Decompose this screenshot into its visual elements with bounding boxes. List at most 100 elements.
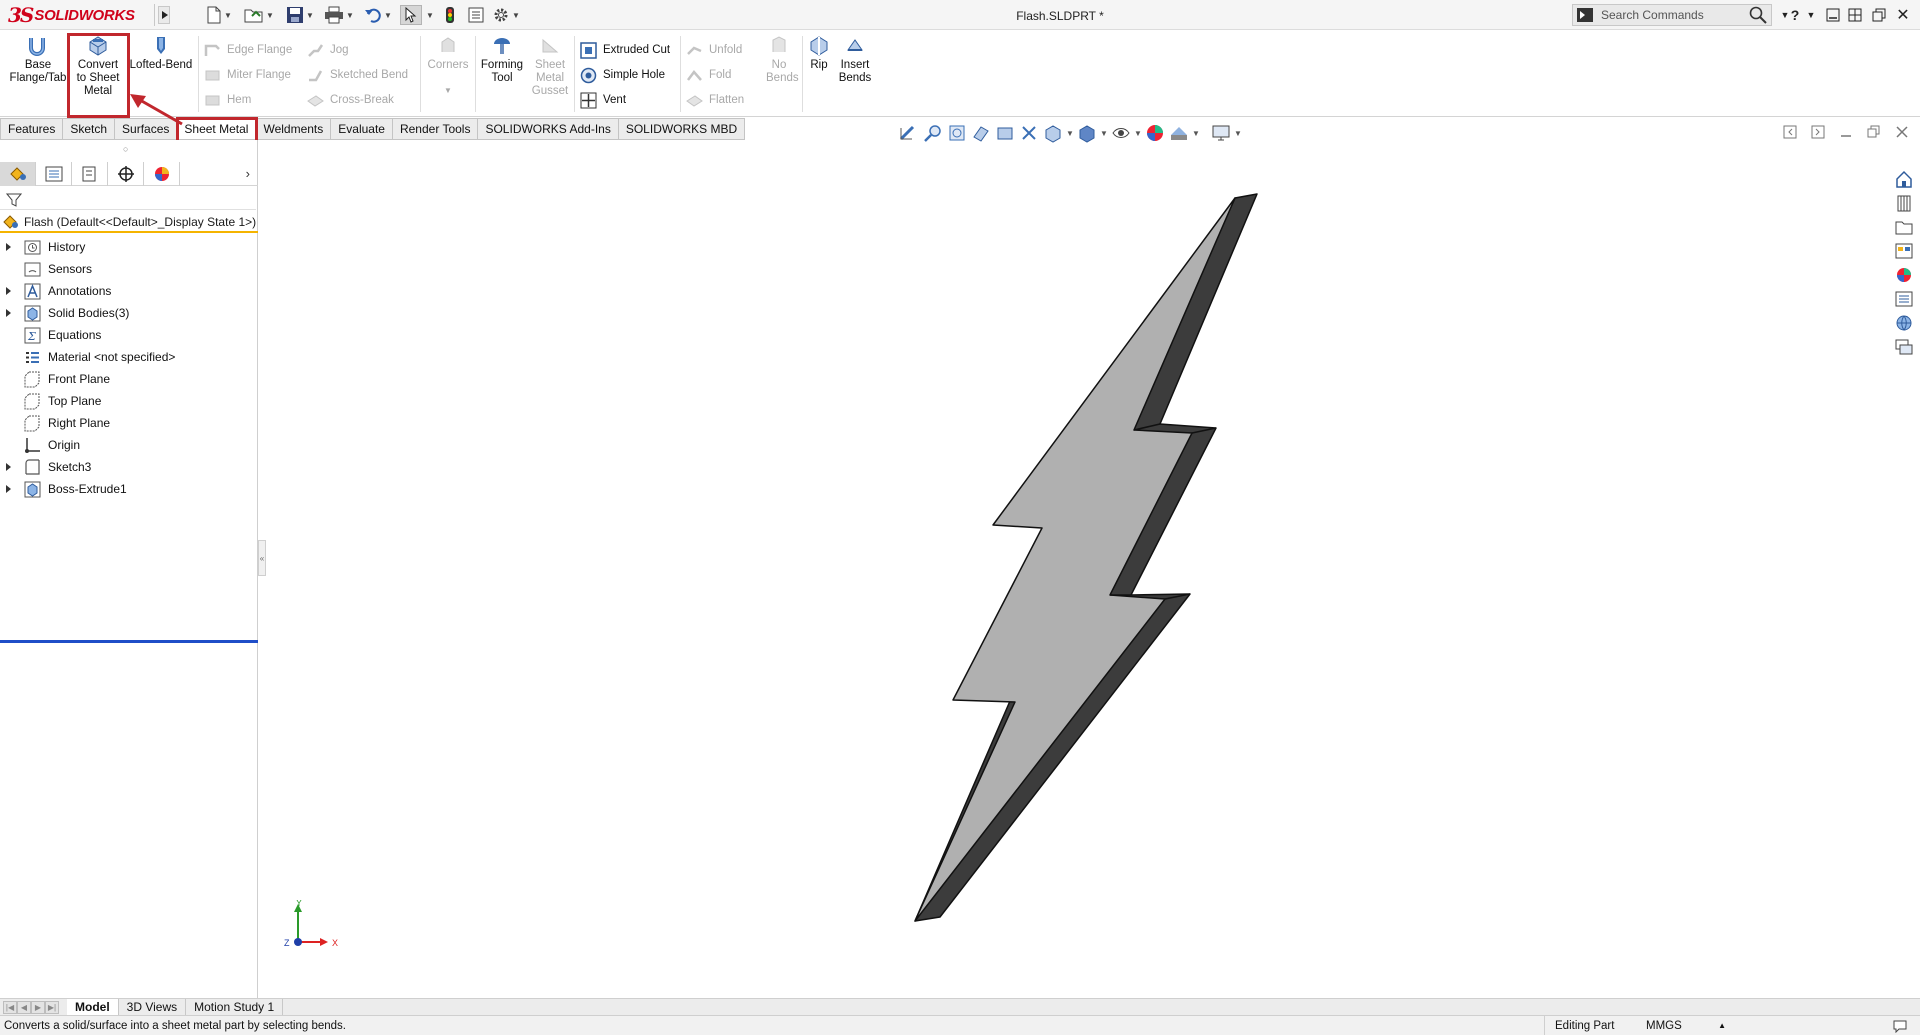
hem-button[interactable]: Hem (204, 90, 251, 110)
tree-node-annotations[interactable]: Annotations (0, 280, 258, 302)
display-style-dropdown[interactable]: ▼ (1100, 129, 1108, 138)
design-library-button[interactable] (1893, 192, 1915, 213)
tree-node-front-plane[interactable]: Front Plane (0, 368, 258, 390)
tree-filter[interactable] (0, 188, 256, 210)
next-tab-icon[interactable]: ▶ (31, 1000, 45, 1014)
help-dropdown[interactable]: ▼ (1800, 5, 1822, 25)
rebuild-button[interactable] (444, 5, 456, 25)
simple-hole-button[interactable]: Simple Hole (580, 65, 665, 85)
menu-expand-arrow[interactable] (158, 6, 170, 24)
hide-show-dropdown[interactable]: ▼ (1134, 129, 1142, 138)
forming-tool-button[interactable]: Forming Tool (478, 34, 526, 85)
cross-break-button[interactable]: Cross-Break (307, 90, 394, 110)
unfold-button[interactable]: Unfold (686, 40, 742, 60)
view-orientation-button[interactable] (1042, 122, 1064, 144)
tab-motion-study-1[interactable]: Motion Study 1 (186, 998, 284, 1016)
base-flange-button[interactable]: Base Flange/Tab (6, 34, 70, 85)
file-explorer-button[interactable] (1893, 216, 1915, 237)
save-button[interactable]: ▼ (286, 5, 314, 25)
minimize-window-button[interactable] (1822, 5, 1844, 25)
forum-chat-button[interactable] (1893, 336, 1915, 357)
tree-node-history[interactable]: History (0, 236, 258, 258)
undo-button[interactable]: ▼ (364, 5, 392, 25)
extruded-cut-button[interactable]: Extruded Cut (580, 40, 670, 60)
section-view-button[interactable] (970, 122, 992, 144)
rollback-bar[interactable] (0, 640, 258, 643)
insert-bends-button[interactable]: Insert Bends (834, 34, 876, 85)
edit-appearance-button[interactable] (1144, 122, 1166, 144)
tree-node-solid-bodies[interactable]: Solid Bodies(3) (0, 302, 258, 324)
miter-flange-button[interactable]: Miter Flange (204, 65, 291, 85)
select-dropdown[interactable]: ▼ (424, 5, 434, 25)
view-settings-dropdown[interactable]: ▼ (1234, 129, 1242, 138)
expand-arrow-icon[interactable] (0, 243, 16, 251)
open-document-button[interactable]: ▼ (244, 5, 274, 25)
tab-property-manager[interactable] (36, 161, 72, 186)
fold-button[interactable]: Fold (686, 65, 731, 85)
lofted-bend-button[interactable]: Lofted-Bend (126, 34, 196, 72)
tree-node-boss-extrude1[interactable]: Boss-Extrude1 (0, 478, 258, 500)
appearances-button[interactable] (1893, 264, 1915, 285)
corners-button[interactable]: Corners ▼ (424, 34, 472, 97)
display-style-button[interactable] (1076, 122, 1098, 144)
hide-show-items-button[interactable] (1110, 122, 1132, 144)
tab-display-manager[interactable] (144, 161, 180, 186)
tree-node-right-plane[interactable]: Right Plane (0, 412, 258, 434)
convert-to-sheet-metal-button[interactable]: Convert to Sheet Metal (72, 34, 124, 98)
tab-dimxpert-manager[interactable] (108, 161, 144, 186)
tab-sheet-metal[interactable]: Sheet Metal (177, 118, 257, 140)
tab-features[interactable]: Features (0, 118, 64, 140)
viewport-right-button[interactable] (1810, 124, 1826, 140)
search-commands-box[interactable]: Search Commands (1572, 4, 1772, 26)
viewport-restore-button[interactable] (1866, 124, 1882, 140)
restore-window-button[interactable] (1868, 5, 1890, 25)
viewport-left-button[interactable] (1782, 124, 1798, 140)
last-tab-icon[interactable]: ▶| (45, 1000, 59, 1014)
tree-node-material[interactable]: Material <not specified> (0, 346, 258, 368)
tab-solidworks-add-ins[interactable]: SOLIDWORKS Add-Ins (478, 118, 619, 140)
customize-status-button[interactable] (1886, 1016, 1920, 1035)
tree-node-sketch3[interactable]: Sketch3 (0, 456, 258, 478)
file-properties-button[interactable] (468, 5, 484, 25)
expand-arrow-icon[interactable] (0, 287, 16, 295)
graphics-area[interactable] (266, 146, 1886, 998)
tab-sketch[interactable]: Sketch (63, 118, 116, 140)
tile-window-button[interactable] (1844, 5, 1866, 25)
close-window-button[interactable]: ✕ (1892, 5, 1914, 25)
solidworks-logo[interactable]: 3S SOLIDWORKS (8, 3, 135, 27)
zoom-to-area-button[interactable] (922, 122, 944, 144)
options-button[interactable]: ▼ (492, 5, 520, 25)
rotate-view-button[interactable] (1018, 122, 1040, 144)
solidworks-forum-button[interactable] (1893, 312, 1915, 333)
tab-3d-views[interactable]: 3D Views (119, 998, 187, 1016)
viewport-close-button[interactable] (1894, 124, 1910, 140)
tree-node-sensors[interactable]: Sensors (0, 258, 258, 280)
print-button[interactable]: ▼ (324, 5, 354, 25)
select-button[interactable] (400, 5, 422, 25)
tab-surfaces[interactable]: Surfaces (115, 118, 178, 140)
new-document-button[interactable]: ▼ (206, 5, 232, 25)
tab-weldments[interactable]: Weldments (256, 118, 332, 140)
tree-node-top-plane[interactable]: Top Plane (0, 390, 258, 412)
tree-node-origin[interactable]: Origin (0, 434, 258, 456)
view-settings-button[interactable] (1210, 122, 1232, 144)
rip-button[interactable]: Rip (806, 34, 832, 72)
tab-configuration-manager[interactable] (72, 161, 108, 186)
jog-button[interactable]: Jog (307, 40, 349, 60)
tab-feature-tree[interactable] (0, 161, 36, 186)
dynamic-annotation-button[interactable] (994, 122, 1016, 144)
corners-dropdown-icon[interactable]: ▼ (444, 84, 452, 97)
expand-arrow-icon[interactable] (0, 463, 16, 471)
solidworks-resources-button[interactable] (1893, 168, 1915, 189)
apply-scene-dropdown[interactable]: ▼ (1192, 129, 1200, 138)
edge-flange-button[interactable]: Edge Flange (204, 40, 292, 60)
sheet-metal-gusset-button[interactable]: Sheet Metal Gusset (528, 34, 572, 98)
vent-button[interactable]: Vent (580, 90, 626, 110)
more-tabs-chevron-icon[interactable]: › (246, 166, 250, 181)
viewport-minimize-button[interactable] (1838, 124, 1854, 140)
no-bends-button[interactable]: No Bends (756, 34, 802, 85)
search-icon[interactable] (1749, 6, 1767, 24)
panel-collapse-handle[interactable]: « (258, 540, 266, 576)
feature-tree-root[interactable]: Flash (Default<<Default>_Display State 1… (0, 213, 258, 233)
tab-solidworks-mbd[interactable]: SOLIDWORKS MBD (618, 118, 746, 140)
